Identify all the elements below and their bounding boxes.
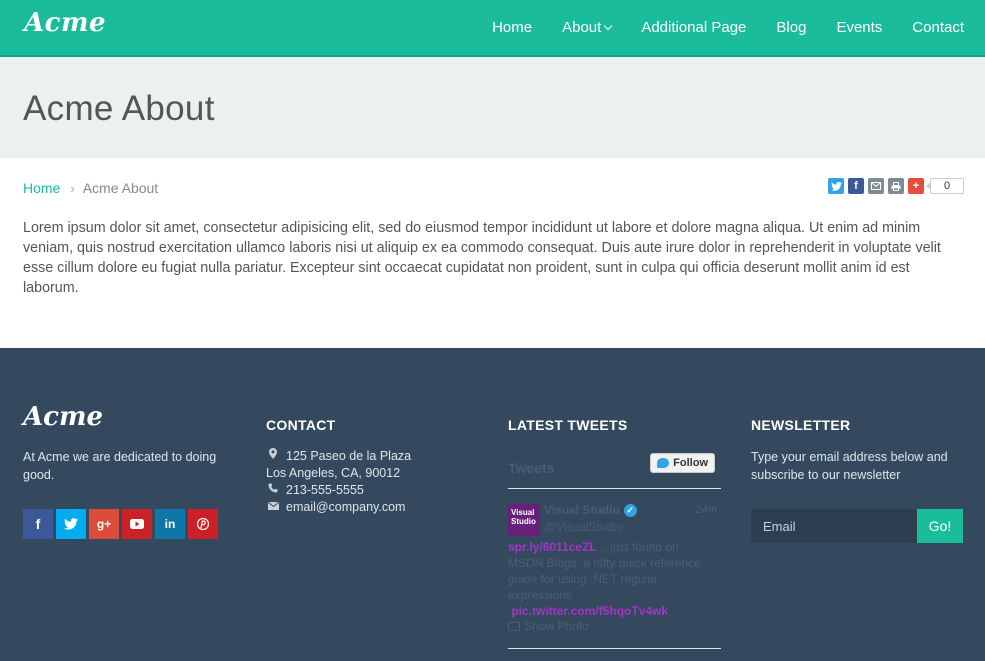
facebook-icon[interactable]: f <box>23 509 53 539</box>
contact-phone: 213-555-5555 <box>266 482 411 499</box>
share-bar: f + 0 <box>824 178 964 194</box>
tweet-author[interactable]: Visual Studio ✓ <box>544 503 637 517</box>
twitter-follow-button[interactable]: Follow <box>650 453 715 473</box>
nav-blog[interactable]: Blog <box>776 19 806 36</box>
contact-email: email@company.com <box>266 499 411 516</box>
contact-address: 125 Paseo de la Plaza <box>266 448 411 465</box>
map-marker-icon <box>266 448 280 465</box>
newsletter-heading: NEWSLETTER <box>751 417 851 433</box>
address-line-2: Los Angeles, CA, 90012 <box>266 466 401 480</box>
breadcrumb-home-link[interactable]: Home <box>23 180 60 196</box>
twitter-bird-icon <box>657 458 670 468</box>
verified-badge-icon: ✓ <box>623 503 637 517</box>
nav-contact-label: Contact <box>912 19 964 36</box>
pinterest-icon[interactable] <box>188 509 218 539</box>
contact-city: Los Angeles, CA, 90012 <box>266 465 411 482</box>
breadcrumb-current: Acme About <box>82 180 159 196</box>
social-links: f g+ in <box>23 509 221 539</box>
chevron-down-icon <box>604 21 613 30</box>
email-link[interactable]: email@company.com <box>286 499 405 516</box>
linkedin-icon[interactable]: in <box>155 509 185 539</box>
footer-logo: Acme <box>23 402 104 432</box>
share-count: 0 <box>926 178 964 194</box>
navbar: Acme Home About Additional Page Blog Eve… <box>0 0 985 57</box>
tweet-photo-link[interactable]: pic.twitter.com/f5hqoTv4wk <box>511 604 668 618</box>
tweet-link[interactable]: spr.ly/6011ceZL <box>508 540 597 554</box>
tweets-heading: LATEST TWEETS <box>508 417 628 433</box>
nav-additional-page-label: Additional Page <box>641 19 747 36</box>
nav-home[interactable]: Home <box>492 19 532 36</box>
breadcrumb-separator-icon: › <box>70 180 75 196</box>
envelope-icon <box>266 499 280 516</box>
nav-events[interactable]: Events <box>836 19 882 36</box>
youtube-icon[interactable] <box>122 509 152 539</box>
twitter-widget-title: Tweets <box>508 460 555 476</box>
logo[interactable]: Acme <box>24 8 106 38</box>
tweet-author-name: Visual Studio <box>544 503 620 517</box>
page-header: Acme About <box>0 57 985 158</box>
newsletter-form: Go! <box>751 509 963 543</box>
contact-heading: CONTACT <box>266 417 336 433</box>
twitter-icon[interactable] <box>56 509 86 539</box>
newsletter-submit-button[interactable]: Go! <box>917 509 963 543</box>
tweet-text: spr.ly/6011ceZL ...just found on MSDN Bl… <box>508 539 714 619</box>
phone-icon <box>266 482 280 499</box>
tweet-time[interactable]: 24m <box>696 504 717 516</box>
footer-about-text: At Acme we are dedicated to doing good. <box>23 450 217 482</box>
email-share-icon[interactable] <box>868 178 884 194</box>
twitter-follow-label: Follow <box>673 457 708 469</box>
breadcrumb: Home › Acme About <box>23 180 158 196</box>
main-nav: Home About Additional Page Blog Events C… <box>462 0 964 55</box>
tweet-show-photo[interactable]: Show Photo <box>508 619 589 633</box>
tweet-show-photo-label: Show Photo <box>524 619 589 633</box>
nav-about-label: About <box>562 19 602 36</box>
footer: Acme At Acme we are dedicated to doing g… <box>0 348 985 661</box>
facebook-share-icon[interactable]: f <box>848 178 864 194</box>
contact-list: 125 Paseo de la Plaza Los Angeles, CA, 9… <box>266 448 411 516</box>
google-plus-icon[interactable]: g+ <box>89 509 119 539</box>
tweet-item: Visual Studio Visual Studio ✓ 24m @Visua… <box>508 489 721 649</box>
addthis-more-icon[interactable]: + <box>908 178 924 194</box>
nav-blog-label: Blog <box>776 19 807 36</box>
nav-contact[interactable]: Contact <box>912 19 964 36</box>
newsletter-email-input[interactable] <box>751 509 917 543</box>
tweet-avatar[interactable]: Visual Studio <box>508 504 540 536</box>
page-title: Acme About <box>23 89 215 128</box>
tweet-handle[interactable]: @VisualStudio <box>544 520 623 534</box>
nav-about[interactable]: About <box>562 19 613 36</box>
twitter-widget-header: Tweets Follow <box>508 451 721 489</box>
newsletter-text: Type your email address below and subscr… <box>751 450 948 482</box>
twitter-widget: Tweets Follow Visual Studio Visual Studi… <box>508 451 721 661</box>
phone-number: 213-555-5555 <box>286 483 364 497</box>
print-share-icon[interactable] <box>888 178 904 194</box>
address-line-1: 125 Paseo de la Plaza <box>286 449 412 463</box>
page-content: Lorem ipsum dolor sit amet, consectetur … <box>23 220 941 296</box>
nav-additional-page[interactable]: Additional Page <box>641 19 746 36</box>
nav-events-label: Events <box>836 19 883 36</box>
photo-icon <box>508 621 520 631</box>
nav-home-label: Home <box>492 19 533 36</box>
twitter-share-icon[interactable] <box>828 178 844 194</box>
